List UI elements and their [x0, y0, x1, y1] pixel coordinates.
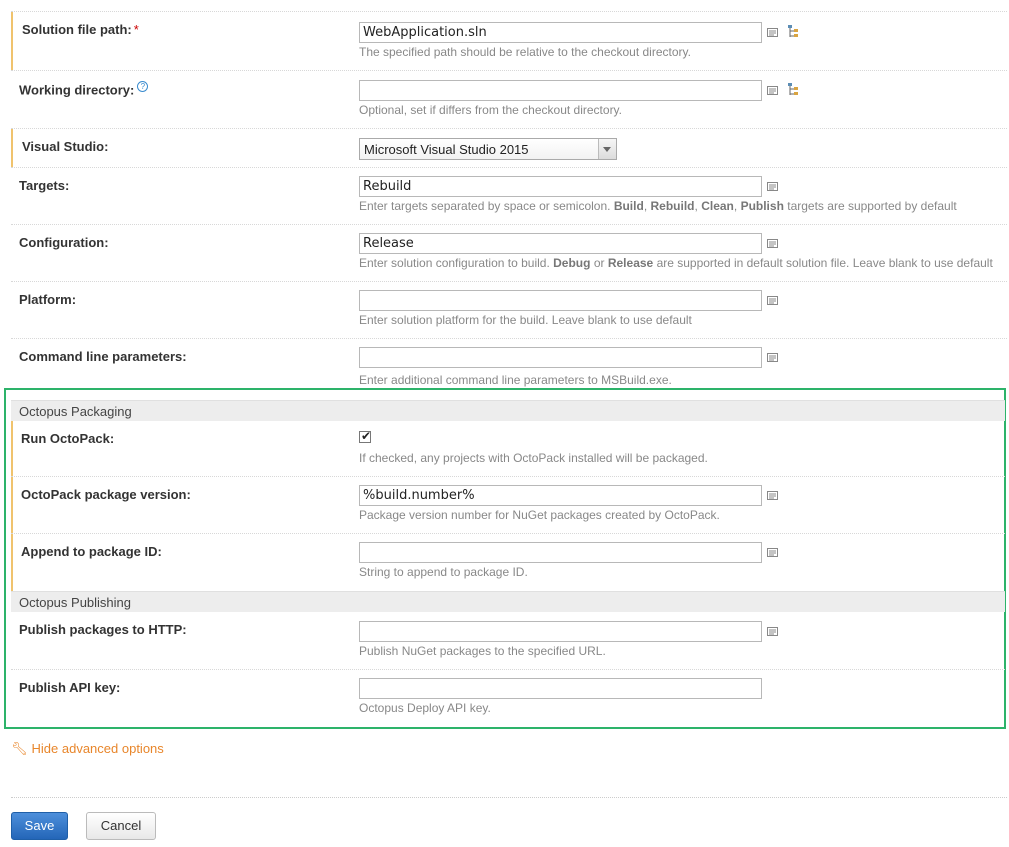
targets-hint: Enter targets separated by space or semi… — [359, 199, 957, 213]
append-id-label: Append to package ID: — [21, 544, 162, 559]
template-icon[interactable] — [767, 353, 778, 362]
row-append-id: Append to package ID: String to append t… — [11, 534, 1005, 591]
template-icon[interactable] — [767, 491, 778, 500]
configuration-hint-text: or — [593, 256, 605, 270]
help-icon[interactable]: ? — [137, 81, 149, 92]
working-dir-hint: Optional, set if differs from the checko… — [359, 103, 623, 117]
template-icon[interactable] — [767, 182, 778, 191]
api-key-hint: Octopus Deploy API key. — [359, 701, 491, 715]
section-octopus-publishing: Octopus Publishing — [11, 591, 1005, 612]
row-run-octopack: Run OctoPack: ✔ If checked, any projects… — [11, 421, 1005, 477]
solution-path-input[interactable] — [359, 22, 762, 43]
row-api-key: Publish API key: Octopus Deploy API key. — [11, 670, 1005, 725]
solution-path-label-text: Solution file path: — [22, 22, 132, 37]
api-key-label: Publish API key: — [19, 680, 121, 695]
row-working-dir: Working directory:? Optional, set if dif… — [11, 71, 1007, 129]
row-targets: Targets: Enter targets separated by spac… — [11, 168, 1007, 225]
platform-label: Platform: — [19, 292, 77, 307]
chevron-down-icon[interactable] — [598, 139, 616, 159]
template-icon[interactable] — [767, 548, 778, 557]
visual-studio-select[interactable]: Microsoft Visual Studio 2015 — [359, 138, 617, 160]
platform-input[interactable] — [359, 290, 762, 311]
template-icon[interactable] — [767, 86, 778, 95]
row-configuration: Configuration: Enter solution configurat… — [11, 225, 1007, 282]
template-icon[interactable] — [767, 627, 778, 636]
configuration-label: Configuration: — [19, 235, 109, 250]
configuration-hint-text: are supported in default solution file. … — [656, 256, 993, 270]
platform-hint: Enter solution platform for the build. L… — [359, 313, 692, 327]
cancel-button[interactable]: Cancel — [86, 812, 156, 840]
template-icon[interactable] — [767, 239, 778, 248]
api-key-input[interactable] — [359, 678, 762, 699]
package-version-input[interactable] — [359, 485, 762, 506]
required-mark: * — [133, 22, 139, 37]
visual-studio-label: Visual Studio: — [22, 139, 109, 154]
targets-hint-clean: Clean — [701, 199, 734, 213]
section-octopus-packaging: Octopus Packaging — [11, 400, 1005, 421]
publish-http-input[interactable] — [359, 621, 762, 642]
solution-path-label: Solution file path: * — [22, 22, 139, 37]
targets-hint-sep: , — [694, 199, 698, 213]
targets-hint-sep: , — [733, 199, 738, 213]
tree-picker-icon[interactable] — [787, 25, 800, 39]
row-solution-path: Solution file path:* The specified path … — [11, 12, 1007, 71]
row-publish-http: Publish packages to HTTP: Publish NuGet … — [11, 612, 1005, 670]
tree-picker-icon[interactable] — [787, 83, 800, 97]
section-title: Octopus Publishing — [19, 595, 132, 610]
save-button[interactable]: Save — [11, 812, 68, 840]
append-id-input[interactable] — [359, 542, 762, 563]
visual-studio-selected: Microsoft Visual Studio 2015 — [364, 142, 529, 157]
row-visual-studio: Visual Studio: Microsoft Visual Studio 2… — [11, 129, 1007, 168]
wrench-icon: 🔧︎ — [11, 741, 28, 756]
package-version-hint: Package version number for NuGet package… — [359, 508, 720, 522]
configuration-input[interactable] — [359, 233, 762, 254]
targets-hint-sep: , — [643, 199, 648, 213]
solution-path-hint: The specified path should be relative to… — [359, 45, 691, 59]
cmd-params-label: Command line parameters: — [19, 349, 187, 364]
package-version-label: OctoPack package version: — [21, 487, 191, 502]
targets-input[interactable] — [359, 176, 762, 197]
targets-hint-rebuild: Rebuild — [650, 199, 695, 213]
row-platform: Platform: Enter solution platform for th… — [11, 282, 1007, 339]
working-dir-label: Working directory:? — [19, 81, 149, 98]
working-dir-input[interactable] — [359, 80, 762, 101]
template-icon[interactable] — [767, 28, 778, 37]
targets-hint-text: targets are supported by default — [787, 199, 957, 213]
cmd-params-input[interactable] — [359, 347, 762, 368]
targets-hint-text: Enter targets separated by space or semi… — [359, 199, 611, 213]
working-dir-label-text: Working directory: — [19, 82, 135, 98]
targets-label: Targets: — [19, 178, 70, 193]
targets-hint-build: Build — [613, 199, 644, 213]
run-octopack-checkbox[interactable]: ✔ — [359, 429, 372, 443]
run-octopack-label: Run OctoPack: — [21, 431, 115, 446]
configuration-hint: Enter solution configuration to build. D… — [359, 256, 993, 270]
append-id-hint: String to append to package ID. — [359, 565, 528, 579]
section-title: Octopus Packaging — [19, 404, 132, 419]
hide-advanced-options-text: Hide advanced options — [31, 741, 164, 756]
configuration-hint-debug: Debug — [553, 256, 591, 270]
row-package-version: OctoPack package version: Package versio… — [11, 477, 1005, 534]
template-icon[interactable] — [767, 296, 778, 305]
check-icon: ✔ — [361, 429, 372, 443]
bottom-divider — [11, 797, 1007, 798]
publish-http-hint: Publish NuGet packages to the specified … — [359, 644, 606, 658]
publish-http-label: Publish packages to HTTP: — [19, 622, 187, 637]
configuration-hint-release: Release — [607, 256, 654, 270]
cmd-params-hint: Enter additional command line parameters… — [359, 373, 672, 387]
hide-advanced-options-link[interactable]: 🔧︎ Hide advanced options — [11, 741, 164, 757]
targets-hint-publish: Publish — [740, 199, 784, 213]
run-octopack-hint: If checked, any projects with OctoPack i… — [359, 451, 708, 465]
configuration-hint-text: Enter solution configuration to build. — [359, 256, 550, 270]
